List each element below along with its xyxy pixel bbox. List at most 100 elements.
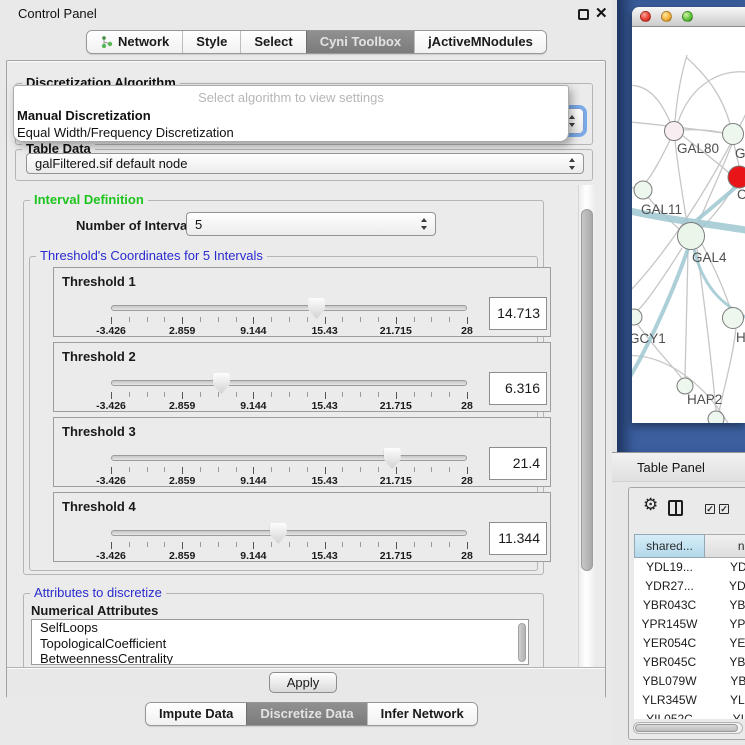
slider-handle[interactable]: [384, 448, 401, 469]
threshold-panel: Threshold 4-3.4262.8599.14415.4321.71528…: [53, 492, 551, 562]
table-data-combo[interactable]: galFiltered.sif default node: [26, 153, 584, 174]
tab-label: Style: [196, 31, 227, 53]
attributes-group-label: Attributes to discretize: [30, 585, 166, 600]
slider-tick: [431, 392, 432, 397]
apply-button[interactable]: Apply: [269, 672, 337, 693]
numerical-attributes-list[interactable]: SelfLoopsTopologicalCoefficientBetweenne…: [31, 619, 529, 665]
slider-tick: [342, 542, 343, 547]
slider-tick-label: 2.859: [169, 325, 195, 337]
threshold-value-field[interactable]: 11.344: [489, 522, 547, 555]
network-node[interactable]: [634, 181, 652, 199]
tab-discretize-data[interactable]: Discretize Data: [246, 703, 366, 725]
table-row[interactable]: YBL079WYBL0: [634, 672, 745, 691]
network-canvas[interactable]: GAL80GACGAL11GAL4GCY1HHAP2: [632, 27, 745, 423]
combo-arrows-icon: [421, 218, 428, 230]
slider-tick: [414, 392, 415, 397]
tab-cyni-toolbox[interactable]: Cyni Toolbox: [306, 31, 414, 53]
slider-tick: [449, 467, 450, 472]
table-cell: YBL0: [705, 672, 745, 691]
network-node[interactable]: [728, 166, 745, 188]
slider-handle[interactable]: [213, 373, 230, 394]
split-view-icon[interactable]: [668, 500, 683, 516]
slider-track[interactable]: [111, 380, 467, 386]
float-window-icon[interactable]: [578, 9, 589, 20]
table-row[interactable]: YDR27...YDR2: [634, 577, 745, 596]
slider-track[interactable]: [111, 530, 467, 536]
table-cell: YLR3: [705, 691, 745, 710]
network-node[interactable]: [708, 411, 724, 423]
slider-tick: [111, 317, 112, 324]
algorithm-option[interactable]: Equal Width/Frequency Discretization: [14, 125, 568, 140]
gear-icon[interactable]: ⚙: [643, 496, 658, 513]
slider-handle[interactable]: [270, 523, 287, 544]
attribute-list-item[interactable]: TopologicalCoefficient: [32, 636, 528, 652]
checkbox-icon[interactable]: ✓: [705, 504, 715, 514]
slider-tick: [164, 467, 165, 472]
slider-tick: [218, 392, 219, 397]
slider-handle[interactable]: [308, 298, 325, 319]
slider-tick: [467, 467, 468, 474]
column-header[interactable]: na: [705, 534, 745, 558]
slider-tick: [147, 392, 148, 397]
table-panel-title: Table Panel: [637, 453, 705, 482]
threshold-value-field[interactable]: 21.4: [489, 447, 547, 480]
horizontal-scrollbar-thumb[interactable]: [635, 724, 738, 732]
node-table[interactable]: shared...na YDL19...YDL1YDR27...YDR2YBR0…: [634, 534, 745, 719]
algorithm-option[interactable]: Manual Discretization: [14, 108, 568, 123]
tab-jactivemnodules[interactable]: jActiveMNodules: [414, 31, 546, 53]
slider-tick: [218, 467, 219, 472]
table-row[interactable]: YBR045CYBR0: [634, 653, 745, 672]
attribute-list-item[interactable]: SelfLoops: [32, 620, 528, 636]
network-node[interactable]: [665, 122, 684, 141]
tab-network[interactable]: Network: [87, 31, 182, 53]
tab-infer-network[interactable]: Infer Network: [367, 703, 477, 725]
table-row[interactable]: YDL19...YDL1: [634, 558, 745, 577]
slider-tick: [236, 467, 237, 472]
slider-tick: [164, 542, 165, 547]
zoom-traffic-light-icon[interactable]: [682, 11, 693, 22]
network-node[interactable]: [723, 124, 744, 145]
list-scrollbar-thumb[interactable]: [518, 623, 526, 662]
slider-tick: [182, 467, 183, 474]
checkbox-icon[interactable]: ✓: [719, 504, 729, 514]
table-row[interactable]: YIL052CYIL0: [634, 710, 745, 719]
tab-impute-data[interactable]: Impute Data: [146, 703, 246, 725]
network-window-titlebar[interactable]: [632, 7, 745, 27]
table-row[interactable]: YPR145WYPR1: [634, 615, 745, 634]
network-node[interactable]: [723, 308, 744, 329]
threshold-value-field[interactable]: 6.316: [489, 372, 547, 405]
slider-track[interactable]: [111, 305, 467, 311]
slider-tick-label: 9.144: [240, 325, 266, 337]
table-row[interactable]: YER054CYER0: [634, 634, 745, 653]
slider-tick: [467, 542, 468, 549]
network-node[interactable]: [678, 223, 705, 250]
vertical-scrollbar[interactable]: [578, 185, 595, 667]
network-icon: [100, 35, 113, 49]
minimize-traffic-light-icon[interactable]: [661, 11, 672, 22]
slider-tick: [342, 467, 343, 472]
table-header-row: shared...na: [634, 534, 745, 558]
number-of-intervals-value: 5: [195, 213, 202, 235]
close-icon[interactable]: ✕: [595, 4, 608, 22]
horizontal-scrollbar[interactable]: [633, 722, 743, 734]
number-of-intervals-combo[interactable]: 5: [186, 212, 436, 236]
slider-tick: [129, 467, 130, 472]
slider-tick: [129, 542, 130, 547]
vertical-scrollbar-thumb[interactable]: [581, 209, 593, 571]
tab-select[interactable]: Select: [240, 31, 305, 53]
threshold-label: Threshold 3: [62, 424, 136, 439]
close-traffic-light-icon[interactable]: [640, 11, 651, 22]
slider-tick-label: 21.715: [380, 325, 412, 337]
slider-tick: [253, 317, 254, 324]
column-header[interactable]: shared...: [634, 534, 705, 558]
algorithm-placeholder: Select algorithm to view settings: [14, 90, 568, 106]
threshold-value-field[interactable]: 14.713: [489, 297, 547, 330]
network-node[interactable]: [632, 309, 642, 325]
slider-tick-label: 21.715: [380, 475, 412, 487]
slider-tick: [396, 392, 397, 399]
table-row[interactable]: YLR345WYLR3: [634, 691, 745, 710]
tab-style[interactable]: Style: [182, 31, 240, 53]
slider-track[interactable]: [111, 455, 467, 461]
table-row[interactable]: YBR043CYBR0: [634, 596, 745, 615]
attribute-list-item[interactable]: BetweennessCentrality: [32, 651, 528, 665]
